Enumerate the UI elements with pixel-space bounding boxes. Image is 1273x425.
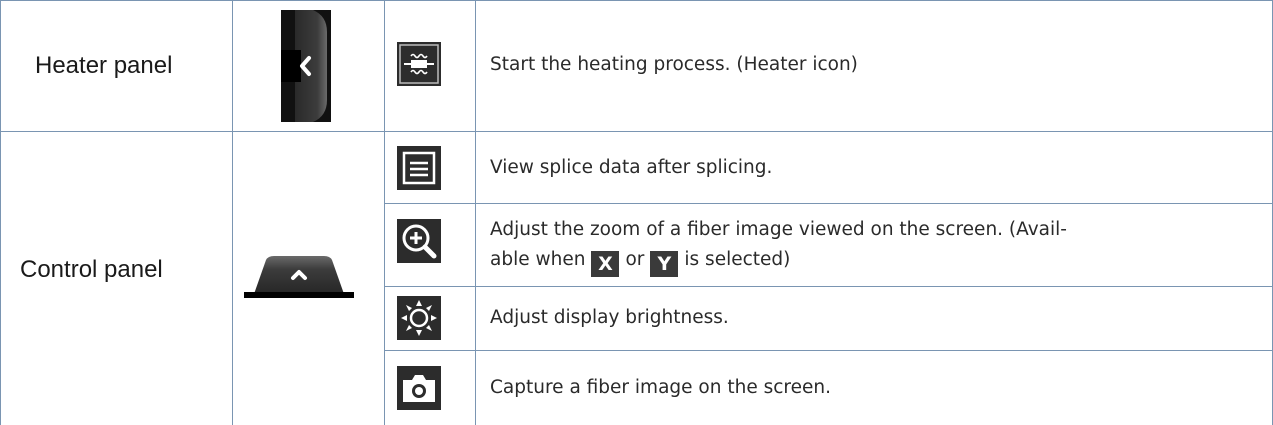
column-divider — [384, 0, 385, 425]
panel-table: Heater panel Start the heating process. … — [0, 0, 1273, 425]
chevron-up-tab-icon — [244, 254, 354, 298]
x-key-icon: X — [591, 251, 620, 277]
zoom-description-line2: able when Xor Yis selected) — [490, 245, 1067, 277]
heater-description: Start the heating process. (Heater icon) — [490, 54, 858, 75]
row-divider — [384, 203, 1273, 204]
splice-data-description: View splice data after splicing. — [490, 157, 773, 178]
zoom-line2-or: or — [625, 249, 645, 270]
camera-icon[interactable] — [397, 366, 441, 410]
column-divider — [475, 0, 476, 425]
brightness-description: Adjust display brightness. — [490, 307, 729, 328]
table-border-left — [0, 0, 1, 425]
table-border-top — [0, 0, 1273, 1]
brightness-icon[interactable] — [397, 296, 441, 340]
row-divider — [384, 350, 1273, 351]
column-divider — [232, 0, 233, 425]
y-key-icon: Y — [650, 251, 679, 277]
zoom-description-line1: Adjust the zoom of a fiber image viewed … — [490, 219, 1067, 240]
zoom-icon[interactable] — [397, 219, 441, 263]
row-divider — [0, 131, 1273, 132]
zoom-description: Adjust the zoom of a fiber image viewed … — [490, 215, 1067, 277]
heater-panel-label: Heater panel — [35, 52, 173, 79]
splice-data-icon[interactable] — [397, 146, 441, 190]
heater-icon[interactable] — [397, 42, 441, 86]
control-panel-label: Control panel — [20, 256, 163, 283]
zoom-line2-before: able when — [490, 249, 586, 270]
zoom-line2-after: is selected) — [684, 249, 791, 270]
camera-description: Capture a fiber image on the screen. — [490, 377, 831, 398]
chevron-left-tab-icon — [281, 10, 331, 122]
row-divider — [384, 286, 1273, 287]
